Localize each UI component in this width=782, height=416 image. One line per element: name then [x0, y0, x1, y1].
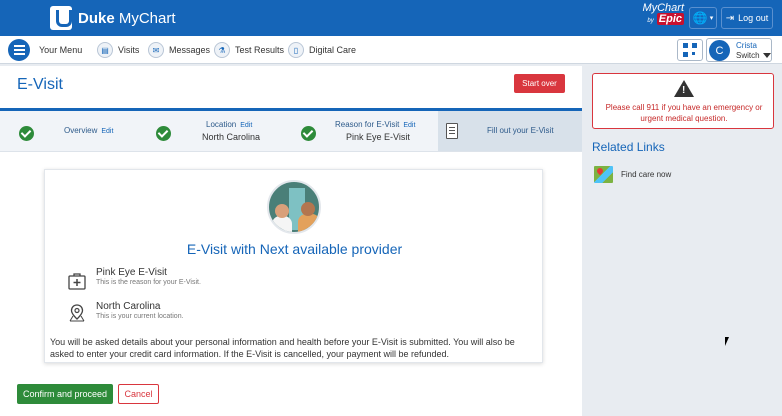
- user-switch-button[interactable]: C Crista Switch: [706, 38, 772, 62]
- hamburger-icon: [8, 39, 30, 61]
- qr-code-icon: [683, 43, 697, 57]
- switch-label: Switch: [736, 51, 760, 60]
- menu-item-visits[interactable]: ▤ Visits: [97, 40, 139, 60]
- chevron-down-icon: ▾: [709, 15, 714, 22]
- test-results-icon: ⚗: [214, 42, 230, 58]
- medical-kit-icon: [68, 273, 86, 290]
- caret-down-icon: [763, 53, 771, 58]
- alert-text: Please call 911 if you have an emergency…: [605, 103, 763, 123]
- progress-steps: Overview Edit Location Edit North Carolina…: [0, 111, 582, 152]
- globe-icon: 🌐: [692, 11, 708, 25]
- provider-illustration: [267, 180, 321, 234]
- your-menu-label: Your Menu: [39, 45, 83, 55]
- step-label: Overview: [64, 126, 98, 135]
- logo-brand: Duke: [78, 9, 115, 27]
- logout-button[interactable]: ⇥ Log out: [721, 7, 773, 29]
- step-value: Pink Eye E-Visit: [346, 132, 410, 142]
- step-overview: Overview Edit: [64, 126, 113, 135]
- location-title: North Carolina: [96, 301, 161, 312]
- by-label: by: [647, 18, 654, 24]
- step-complete-check-icon: [156, 126, 171, 141]
- logout-icon: ⇥: [725, 12, 735, 24]
- step-current: Fill out your E-Visit: [438, 111, 582, 151]
- cancel-button[interactable]: Cancel: [118, 384, 159, 404]
- top-header: Duke MyChart MyChart by Epic 🌐 ▾ ⇥ Log o…: [0, 0, 782, 36]
- duke-shield-icon: [50, 6, 72, 30]
- mychart-by-epic-logo: MyChart by Epic: [642, 3, 684, 25]
- menu-item-messages[interactable]: ✉ Messages: [148, 40, 210, 60]
- visits-icon: ▤: [97, 42, 113, 58]
- your-menu-button[interactable]: Your Menu: [8, 39, 83, 61]
- reason-title: Pink Eye E-Visit: [96, 267, 167, 278]
- step-edit-link[interactable]: Edit: [101, 128, 113, 135]
- page-title: E-Visit: [17, 76, 63, 93]
- user-name: Crista: [736, 41, 757, 50]
- messages-icon: ✉: [148, 42, 164, 58]
- start-over-button[interactable]: Start over: [514, 74, 565, 93]
- reason-subtitle: This is the reason for your E-Visit.: [96, 279, 201, 286]
- avatar: C: [709, 40, 730, 61]
- payment-note: You will be asked details about your per…: [50, 337, 515, 359]
- logout-label: Log out: [738, 13, 769, 23]
- confirm-and-proceed-button[interactable]: Confirm and proceed: [17, 384, 113, 404]
- logo-suffix: MyChart: [114, 9, 176, 27]
- menu-item-test-results[interactable]: ⚗ Test Results: [214, 40, 284, 60]
- location-pin-icon: [69, 304, 85, 322]
- card-heading: E-Visit with Next available provider: [186, 241, 403, 257]
- related-links-heading: Related Links: [592, 140, 665, 154]
- map-icon: [594, 166, 613, 183]
- menu-item-digital-care[interactable]: ▯ Digital Care: [288, 40, 356, 60]
- menu-bar: Your Menu ▤ Visits ✉ Messages ⚗ Test Res…: [0, 36, 782, 64]
- menu-item-label: Visits: [118, 45, 140, 55]
- evisit-panel: E-Visit Start over Overview Edit Location…: [0, 66, 582, 416]
- evisit-summary-card: E-Visit with Next available provider Pin…: [44, 169, 543, 363]
- step-complete-check-icon: [301, 126, 316, 141]
- qr-code-button[interactable]: [677, 39, 703, 61]
- mouse-cursor: [725, 337, 729, 346]
- step-complete-check-icon: [19, 126, 34, 141]
- duke-mychart-logo[interactable]: Duke MyChart: [50, 6, 176, 30]
- step-label: Reason for E-Visit: [335, 120, 400, 129]
- menu-item-label: Test Results: [235, 45, 285, 55]
- menu-item-label: Digital Care: [309, 45, 357, 55]
- step-edit-link[interactable]: Edit: [240, 122, 252, 129]
- step-value: North Carolina: [202, 132, 261, 142]
- epic-label: Epic: [656, 13, 684, 25]
- step-reason: Reason for E-Visit Edit: [335, 120, 415, 129]
- step-current-label: Fill out your E-Visit: [487, 126, 554, 135]
- find-care-label: Find care now: [621, 170, 672, 179]
- step-label: Location: [206, 120, 237, 129]
- emergency-alert: ! Please call 911 if you have an emergen…: [592, 73, 774, 129]
- digital-care-icon: ▯: [288, 42, 304, 58]
- location-subtitle: This is your current location.: [96, 313, 184, 320]
- step-edit-link[interactable]: Edit: [403, 122, 415, 129]
- language-button[interactable]: 🌐 ▾: [689, 7, 717, 29]
- find-care-now-link[interactable]: Find care now: [594, 166, 671, 183]
- menu-item-label: Messages: [169, 45, 211, 55]
- document-icon: [446, 123, 458, 139]
- step-location: Location Edit: [206, 120, 252, 129]
